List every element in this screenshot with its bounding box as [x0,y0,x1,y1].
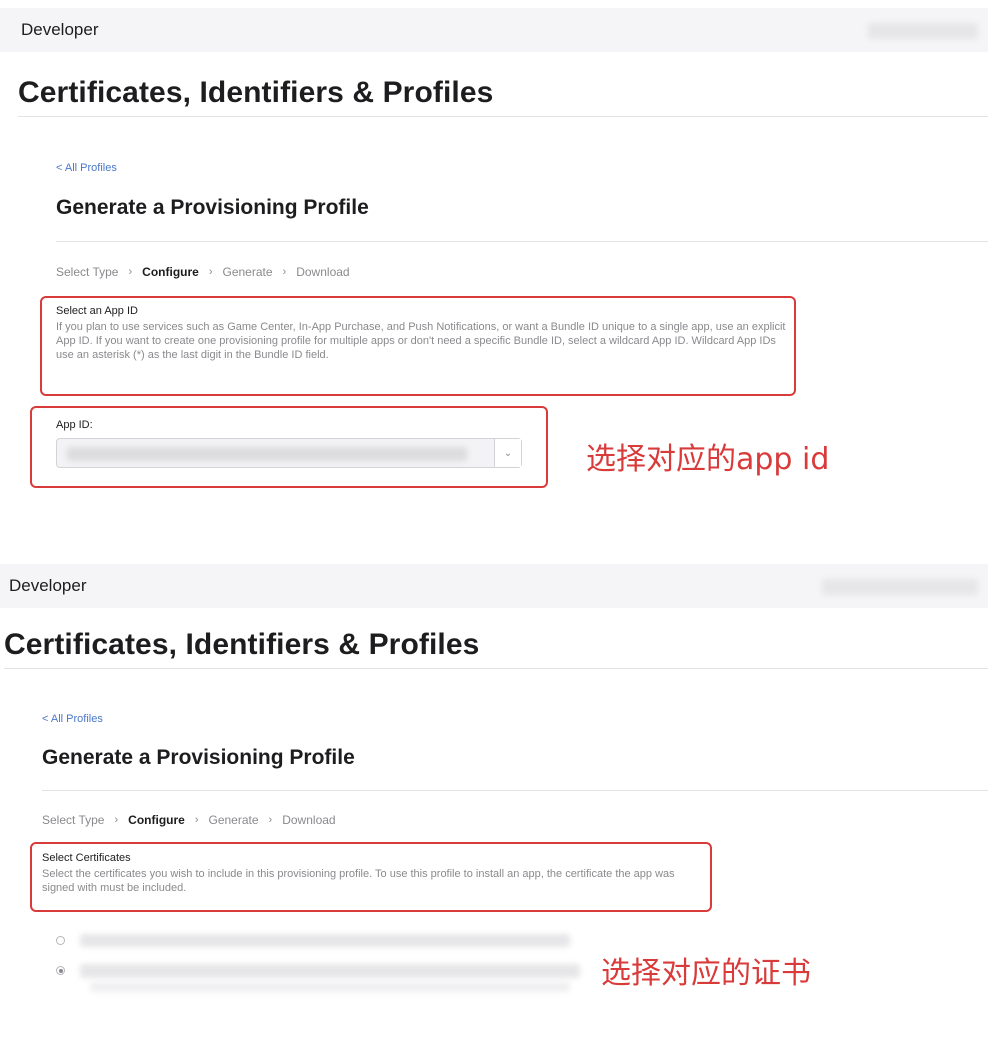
step-generate: Generate [222,265,273,279]
chevron-right-icon: › [128,266,133,278]
developer-brand-link[interactable]: Developer [4,576,87,596]
section-title: Generate a Provisioning Profile [56,196,369,219]
top-nav-bar: Developer [0,8,988,52]
progress-steps: Select Type › Configure › Generate › Dow… [42,813,336,827]
developer-brand-link[interactable]: Developer [16,20,99,40]
brand-label: Developer [9,576,87,595]
step-configure: Configure [128,813,185,827]
title-divider [18,116,988,117]
app-id-label: App ID: [56,419,93,431]
step-download: Download [296,265,350,279]
section-title: Generate a Provisioning Profile [42,746,355,769]
certificate-radio-2[interactable] [56,966,65,975]
chevron-right-icon: › [114,814,119,826]
panel-select-certificates: Developer Certificates, Identifiers & Pr… [0,562,988,1046]
chevron-right-icon: › [194,814,199,826]
title-divider [4,668,988,669]
panel-select-app-id: Developer Certificates, Identifiers & Pr… [0,0,988,540]
chevron-right-icon: › [208,266,213,278]
select-certificates-description: Select the certificates you wish to incl… [42,868,675,894]
select-certificates-heading: Select Certificates [42,852,131,864]
select-app-id-heading: Select an App ID [56,305,138,317]
step-configure: Configure [142,265,199,279]
annotation-select-certificate: 选择对应的证书 [601,956,811,991]
subtitle-divider [56,241,988,242]
all-profiles-link[interactable]: < All Profiles [56,162,117,174]
all-profiles-link[interactable]: < All Profiles [42,713,103,725]
app-id-value-blurred [67,447,467,461]
chevron-down-icon[interactable]: ⌄ [494,439,521,467]
select-app-id-description: If you plan to use services such as Game… [56,321,786,361]
page-title: Certificates, Identifiers & Profiles [4,628,480,661]
progress-steps: Select Type › Configure › Generate › Dow… [56,265,350,279]
subtitle-divider [42,790,988,791]
certificate-option-2-detail-blurred [90,982,570,992]
annotation-select-app-id: 选择对应的app id [586,442,830,477]
step-select-type: Select Type [56,265,119,279]
step-select-type: Select Type [42,813,105,827]
account-menu-blurred[interactable] [868,23,978,39]
step-download: Download [282,813,336,827]
chevron-right-icon: › [268,814,273,826]
step-generate: Generate [208,813,259,827]
page-title: Certificates, Identifiers & Profiles [18,76,494,109]
certificate-option-2-blurred[interactable] [80,964,580,978]
certificate-option-1-blurred[interactable] [80,934,570,947]
account-menu-blurred[interactable] [822,579,978,595]
brand-label: Developer [21,20,99,39]
chevron-right-icon: › [282,266,287,278]
top-nav-bar: Developer [0,564,988,608]
certificate-radio-1[interactable] [56,936,65,945]
app-id-select[interactable]: ⌄ [56,438,522,468]
